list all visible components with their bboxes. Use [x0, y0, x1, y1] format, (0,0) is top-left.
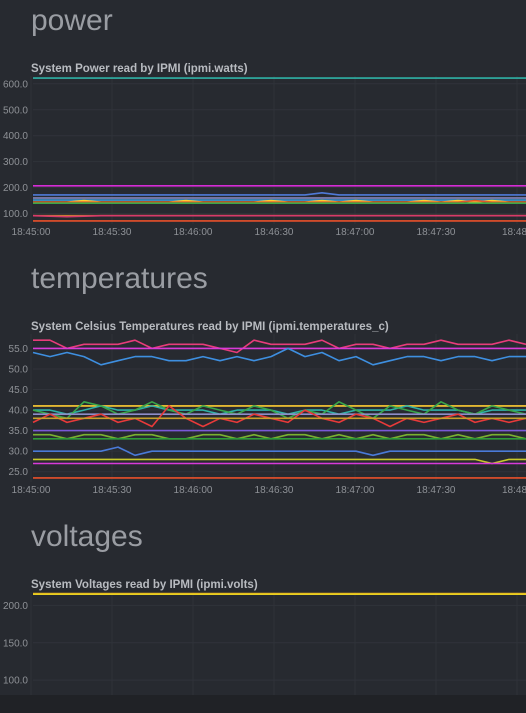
- y-tick-label: 100.0: [3, 676, 28, 687]
- x-tick-label: 18:46:30: [255, 485, 294, 496]
- y-tick-label: 35.0: [9, 426, 29, 437]
- x-tick-label: 18:47:00: [336, 227, 375, 238]
- y-tick-label: 30.0: [9, 447, 29, 458]
- series-line: [33, 192, 526, 196]
- y-tick-label: 200.0: [3, 183, 28, 194]
- x-tick-label: 18:46:00: [174, 227, 213, 238]
- x-tick-label: 18:47:00: [336, 485, 375, 496]
- x-tick-label: 18:48:: [502, 485, 526, 496]
- y-tick-label: 40.0: [9, 406, 29, 417]
- x-tick-label: 18:46:00: [174, 485, 213, 496]
- x-tick-label: 18:47:30: [417, 227, 456, 238]
- y-tick-label: 400.0: [3, 131, 28, 142]
- section-title-voltages: voltages: [31, 520, 143, 553]
- series-line: [32, 347, 526, 366]
- section-title-power: power: [31, 4, 113, 37]
- y-tick-label: 600.0: [3, 79, 28, 90]
- x-tick-label: 18:45:30: [93, 485, 132, 496]
- x-tick-label: 18:46:30: [255, 227, 294, 238]
- y-tick-label: 150.0: [3, 638, 28, 649]
- x-tick-label: 18:45:00: [12, 485, 51, 496]
- y-tick-label: 45.0: [9, 385, 29, 396]
- series-line: [33, 339, 526, 354]
- x-tick-label: 18:45:00: [12, 227, 51, 238]
- y-tick-label: 50.0: [9, 364, 29, 375]
- power-chart[interactable]: 100.0 200.0 300.0 400.0 500.0 600.0 18:45:00 18…: [0, 74, 526, 242]
- y-tick-label: 100.0: [3, 209, 28, 220]
- y-tick-label: 55.0: [9, 344, 29, 355]
- x-tick-label: 18:47:30: [417, 485, 456, 496]
- x-tick-label: 18:48:: [502, 227, 526, 238]
- bottom-bar: [0, 695, 526, 713]
- series-line: [32, 214, 526, 218]
- y-tick-label: 500.0: [3, 105, 28, 116]
- section-title-temperatures: temperatures: [31, 262, 208, 295]
- voltages-chart[interactable]: 100.0 150.0 200.0: [0, 590, 526, 695]
- y-tick-label: 200.0: [3, 601, 28, 612]
- x-tick-label: 18:45:30: [93, 227, 132, 238]
- y-tick-label: 300.0: [3, 157, 28, 168]
- y-tick-label: 25.0: [9, 467, 29, 478]
- temperatures-chart[interactable]: 25.0 30.0 35.0 40.0 45.0 50.0 55.0 18:45:00 18:4…: [0, 332, 526, 500]
